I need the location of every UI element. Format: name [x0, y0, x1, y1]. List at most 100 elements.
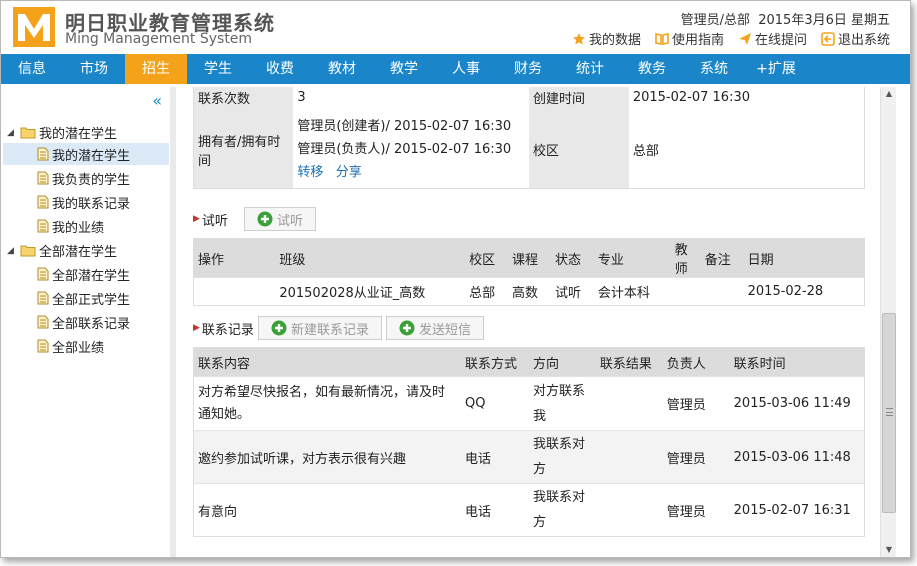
column-header: 状态 [550, 238, 594, 278]
campus-value: 总部 [632, 144, 659, 159]
star-icon [572, 32, 585, 44]
nav-market[interactable]: 市场 [63, 54, 125, 84]
send-icon [738, 32, 751, 45]
sidebar-item-all-official[interactable]: 全部正式学生 [3, 287, 169, 309]
plus-icon [399, 320, 415, 336]
table-row: 对方希望尽快报名，如有最新情况，请及时通知她。 QQ 对方联系我 管理员 201… [193, 376, 865, 431]
column-header: 备注 [700, 238, 744, 278]
document-icon [37, 267, 49, 281]
document-icon [37, 171, 49, 185]
created-time-label: 创建时间 [529, 87, 629, 111]
current-date: 2015年3月6日 星期五 [758, 13, 890, 28]
column-header: 操作 [193, 238, 276, 278]
exit-icon [821, 31, 835, 46]
grip-icon [886, 408, 893, 416]
logo-icon [13, 7, 55, 47]
user-info: 管理员/总部 2015年3月6日 星期五 [681, 9, 890, 28]
new-contact-button[interactable]: 新建联系记录 [257, 316, 382, 340]
column-header: 联系方式 [461, 347, 529, 377]
table-row: 邀约参加试听课，对方表示很有兴趣 电话 我联系对方 管理员 2015-03-06… [193, 430, 865, 484]
section-arrow-icon: ▶ [193, 214, 200, 224]
guide-link[interactable]: 使用指南 [655, 29, 724, 48]
ask-online-link[interactable]: 在线提问 [738, 29, 807, 48]
contact-count-value: 3 [297, 90, 306, 105]
logout-link[interactable]: 退出系统 [821, 29, 890, 48]
scroll-up-arrow-icon[interactable]: ▲ [881, 87, 897, 101]
document-icon [37, 147, 49, 161]
created-time-value: 2015-02-07 16:30 [632, 90, 750, 105]
sidebar-item-my-performance[interactable]: 我的业绩 [3, 215, 169, 237]
share-link[interactable]: 分享 [336, 165, 362, 180]
nav-info[interactable]: 信息 [1, 54, 63, 84]
nav-teaching[interactable]: 教学 [373, 54, 435, 84]
header: 明日职业教育管理系统 Ming Management System 管理员/总部… [1, 1, 910, 53]
nav-student[interactable]: 学生 [187, 54, 249, 84]
vertical-scrollbar[interactable]: ▲ ▼ [880, 87, 896, 557]
table-row: 有意向 电话 我联系对方 管理员 2015-02-07 16:31 [193, 483, 865, 537]
sidebar: « ◢ 我的潜在学生 我的潜在学生 我负责的学生 我的联系记录 我的业绩 ◢ 全… [1, 87, 176, 557]
column-header: 负责人 [662, 347, 730, 377]
sidebar-item-all-prospects[interactable]: 全部潜在学生 [3, 263, 169, 285]
column-header: 专业 [593, 238, 671, 278]
nav-statistics[interactable]: 统计 [559, 54, 621, 84]
column-header: 班级 [275, 238, 466, 278]
column-header: 日期 [743, 238, 865, 278]
book-icon [655, 32, 669, 45]
main-nav: 信息 市场 招生 学生 收费 教材 教学 人事 财务 统计 教务 系统 +扩展 [1, 54, 910, 84]
scrollbar-thumb[interactable] [882, 313, 896, 513]
nav-academic[interactable]: 教务 [621, 54, 683, 84]
send-sms-button[interactable]: 发送短信 [385, 316, 484, 340]
sidebar-item-all-performance[interactable]: 全部业绩 [3, 335, 169, 357]
tree-group-my-prospects[interactable]: ◢ 我的潜在学生 [7, 123, 117, 142]
sidebar-item-all-contacts[interactable]: 全部联系记录 [3, 311, 169, 333]
collapse-sidebar-button[interactable]: « [152, 91, 162, 110]
document-icon [37, 339, 49, 353]
sidebar-item-my-responsible[interactable]: 我负责的学生 [3, 167, 169, 189]
document-icon [37, 219, 49, 233]
column-header: 课程 [508, 238, 551, 278]
campus-label: 校区 [529, 111, 629, 189]
tree-group-all-prospects[interactable]: ◢ 全部潜在学生 [7, 241, 117, 260]
nav-system[interactable]: 系统 [683, 54, 745, 84]
app-subtitle: Ming Management System [65, 31, 253, 47]
my-data-link[interactable]: 我的数据 [572, 29, 641, 48]
expand-arrow-icon: ◢ [7, 127, 14, 138]
column-header: 联系时间 [729, 347, 865, 377]
user-name: 管理员/总部 [680, 13, 750, 28]
owner-value: 管理员(创建者)/ 2015-02-07 16:30 管理员(负责人)/ 201… [297, 119, 512, 180]
owner-label: 拥有者/拥有时间 [193, 111, 294, 189]
nav-finance[interactable]: 财务 [497, 54, 559, 84]
plus-icon [271, 320, 287, 336]
folder-icon [20, 245, 36, 257]
nav-extend[interactable]: +扩展 [745, 54, 807, 84]
sidebar-item-my-prospects[interactable]: 我的潜在学生 [3, 143, 169, 165]
column-header: 联系内容 [193, 347, 462, 377]
quick-links: 我的数据 使用指南 在线提问 退出系统 [572, 29, 890, 48]
column-header: 校区 [465, 238, 508, 278]
app-window: 明日职业教育管理系统 Ming Management System 管理员/总部… [0, 0, 911, 558]
scroll-down-arrow-icon[interactable]: ▼ [881, 543, 897, 557]
folder-icon [20, 127, 36, 139]
column-header: 方向 [528, 347, 596, 377]
nav-fees[interactable]: 收费 [249, 54, 311, 84]
trial-section-header: ▶ 试听 试听 [193, 207, 316, 231]
contact-count-label: 联系次数 [193, 87, 294, 111]
nav-textbooks[interactable]: 教材 [311, 54, 373, 84]
contacts-table: 联系内容 联系方式 方向 联系结果 负责人 联系时间 对方希望尽快报名，如有最新… [193, 347, 865, 537]
column-header: 联系结果 [595, 347, 663, 377]
column-header: 教师 [670, 238, 701, 278]
sidebar-item-my-contacts[interactable]: 我的联系记录 [3, 191, 169, 213]
trial-table: 操作 班级 校区 课程 状态 专业 教师 备注 日期 201502028从业证_… [193, 238, 865, 306]
document-icon [37, 195, 49, 209]
document-icon [37, 315, 49, 329]
transfer-link[interactable]: 转移 [297, 165, 323, 180]
contacts-section-header: ▶ 联系记录 新建联系记录 发送短信 [193, 316, 484, 340]
prospect-info-table: 联系次数 3 创建时间 2015-02-07 16:30 拥有者/拥有时间 管理… [193, 87, 865, 189]
expand-arrow-icon: ◢ [7, 245, 14, 256]
nav-enrollment[interactable]: 招生 [125, 54, 187, 84]
document-icon [37, 291, 49, 305]
nav-hr[interactable]: 人事 [435, 54, 497, 84]
section-arrow-icon: ▶ [193, 323, 200, 333]
table-row: 201502028从业证_高数 总部 高数 试听 会计本科 2015-02-28 [193, 277, 865, 306]
add-trial-button[interactable]: 试听 [243, 207, 316, 231]
